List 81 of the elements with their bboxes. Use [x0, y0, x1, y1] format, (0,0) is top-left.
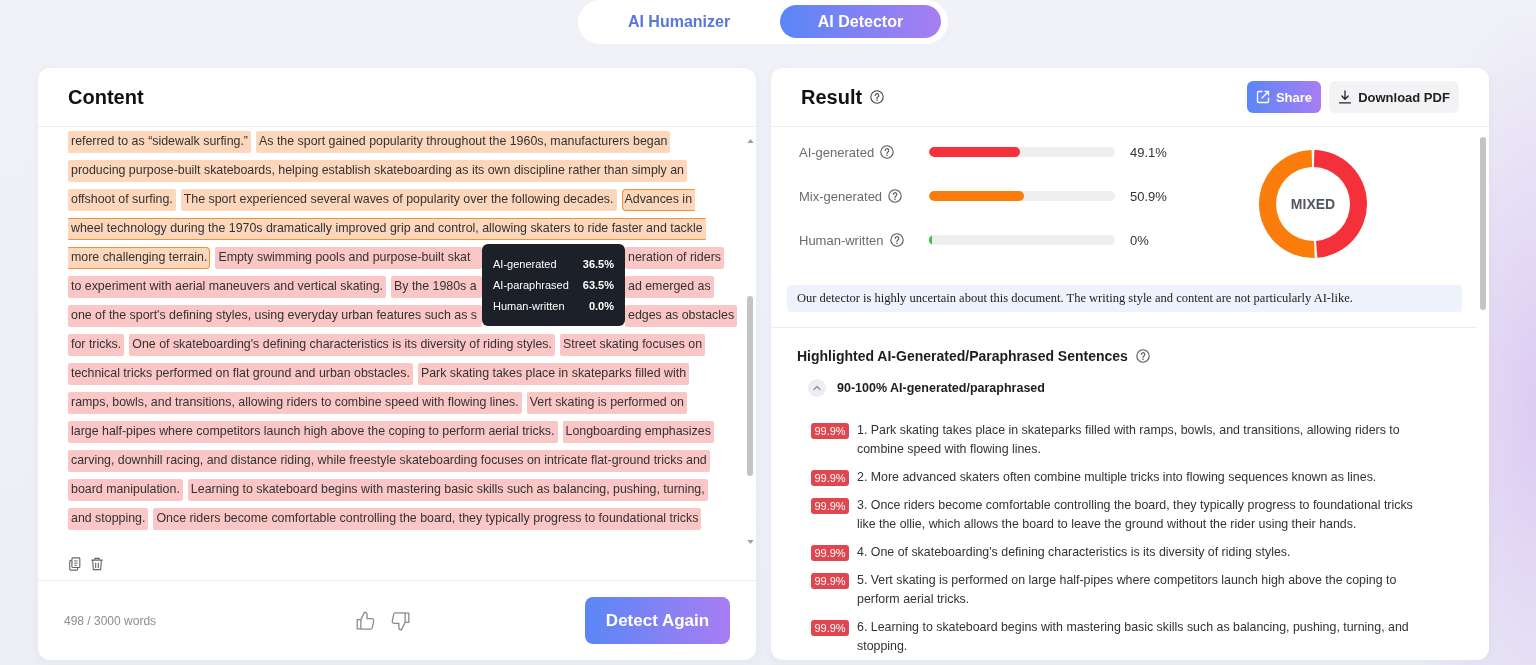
highlighted-sentence: Learning to skateboard begins with mastering basic skills such as balancing, pushing, turning,	[187, 478, 708, 501]
highlighted-sentence: neration of riders	[625, 246, 724, 269]
help-icon[interactable]	[880, 145, 895, 159]
chevron-icon[interactable]	[808, 379, 826, 397]
highlighted-sentence: ramps, bowls, and transitions, allowing riders to combine speed with flowing lines.	[68, 391, 522, 414]
scroll-down-icon[interactable]	[746, 540, 754, 544]
sentence-text: 5. Vert skating is performed on large half-pipes where competitors launch high above the coping to perform aerial tricks.	[857, 572, 1398, 608]
word-count: 498 / 3000 words	[64, 613, 157, 628]
section-title: Highlighted AI-Generated/Paraphrased Sentences	[797, 348, 1128, 364]
sentence-text: 4. One of skateboarding's defining characteristics is its diversity of riding styles.	[857, 544, 1292, 561]
highlighted-sentence: As the sport gained popularity throughout the 1960s, manufacturers began	[256, 130, 671, 153]
highlighted-sentence: wheel technology during the 1970s dramatically improved grip and control, allowing skaters to ride faster and tackle	[68, 217, 706, 240]
download-pdf-button[interactable]: Download PDF	[1329, 81, 1459, 113]
tooltip-label: AI-paraphrased	[493, 278, 569, 291]
highlighted-sentence: to experiment with aerial maneuvers and vertical skating.	[68, 275, 386, 298]
mode-tab[interactable]: AI Detector	[780, 5, 941, 38]
help-icon[interactable]	[888, 189, 903, 203]
highlighted-sentence: ad emerged as	[625, 275, 714, 298]
scrollbar-thumb[interactable]	[1480, 137, 1486, 310]
content-title: Content	[68, 85, 144, 109]
thumbs-up-icon[interactable]	[354, 609, 376, 632]
tooltip-label: Human-written	[493, 299, 565, 312]
highlighted-sentence: referred to as “sidewalk surfing.”	[68, 130, 251, 153]
donut-label: MIXED	[1290, 196, 1336, 212]
tooltip-label: AI-generated	[493, 257, 557, 270]
highlighted-sentence: edges as obstacles	[625, 304, 738, 327]
tooltip-value: 0.0%	[588, 299, 614, 312]
highlighted-sentence: Street skating focuses on	[559, 333, 706, 356]
sentence-text: 6. Learning to skateboard begins with mastering basic skills such as balancing, pushing, turning, and stopping.	[857, 619, 1410, 655]
share-button[interactable]: Share	[1247, 81, 1321, 113]
highlighted-sentence: for tricks.	[68, 333, 125, 356]
highlighted-sentence: Vert skating is performed on	[526, 391, 687, 414]
sentence-text: 1. Park skating takes place in skateparks filled with ramps, bowls, and transitions, allowing riders to combine speed with flowing lines.	[857, 422, 1401, 458]
highlighted-sentence: By the 1980s a	[391, 275, 482, 298]
sentence-text: 2. More advanced skaters often combine multiple tricks into flowing sequences known as lines.	[857, 469, 1378, 486]
mode-tab[interactable]: AI Humanizer	[583, 5, 775, 38]
stat-label: Human-written	[799, 232, 884, 248]
stat-value: 50.9%	[1130, 188, 1168, 204]
highlighted-sentence: offshoot of surfing.	[68, 188, 176, 211]
result-title: Result	[801, 85, 863, 109]
help-icon[interactable]	[889, 233, 904, 247]
tooltip-value: 36.5%	[582, 257, 614, 270]
stat-label: AI-generated	[799, 144, 875, 160]
highlighted-sentence: large half-pipes where competitors launch high above the coping to perform aerial tricks.	[68, 420, 558, 443]
share-icon	[1255, 90, 1270, 104]
highlighted-sentence: one of the sport's defining styles, using everyday urban features such as s	[68, 304, 482, 327]
stat-value: 49.1%	[1130, 144, 1168, 160]
score-badge: 99.9%	[811, 573, 849, 589]
highlighted-sentence: producing purpose-built skateboards, helping establish skateboarding as its own discipline rather than simply an	[68, 159, 687, 182]
highlighted-sentence: Longboarding emphasizes	[562, 420, 714, 443]
highlighted-sentence: One of skateboarding's defining characteristics is its diversity of riding styles.	[129, 333, 555, 356]
stat-value: 0%	[1130, 232, 1150, 248]
thumbs-down-icon[interactable]	[390, 609, 412, 632]
score-badge: 99.9%	[811, 498, 849, 514]
scroll-up-icon[interactable]	[746, 139, 754, 143]
highlighted-sentence: Park skating takes place in skateparks filled with	[417, 362, 690, 385]
scrollbar-thumb[interactable]	[747, 296, 753, 476]
highlighted-sentence: Once riders become comfortable controlling the board, they typically progress to foundational tricks	[153, 507, 702, 530]
help-icon[interactable]	[1135, 349, 1150, 363]
highlighted-sentence: technical tricks performed on flat ground and urban obstacles.	[68, 362, 413, 385]
stat-label: Mix-generated	[799, 188, 883, 204]
score-badge: 99.9%	[811, 470, 849, 486]
score-badge: 99.9%	[811, 423, 849, 439]
help-icon[interactable]	[870, 90, 885, 104]
score-badge: 99.9%	[811, 620, 849, 636]
highlighted-sentence: and stopping.	[68, 507, 149, 530]
highlighted-sentence: more challenging terrain.	[68, 246, 211, 269]
highlighted-sentence: carving, downhill racing, and distance riding, while freestyle skateboarding focuses on intricate flat-ground tricks and	[68, 449, 710, 472]
highlighted-sentence: The sport experienced several waves of popularity over the following decades.	[180, 188, 617, 211]
score-badge: 99.9%	[811, 545, 849, 561]
info-banner: Our detector is highly uncertain about this document. The writing style and content are not particularly AI-like.	[787, 285, 1462, 312]
group-title: 90-100% AI-generated/paraphrased	[837, 381, 1045, 395]
trash-icon[interactable]	[90, 557, 104, 571]
sentence-text: 3. Once riders become comfortable controlling the board, they typically progress to foundational tricks like the ollie, which allows the board to leave the ground without the rider using their hands.	[857, 497, 1414, 533]
copy-icon[interactable]	[68, 557, 82, 571]
download-icon	[1338, 90, 1353, 104]
highlighted-sentence: Empty swimming pools and purpose-built skat	[215, 246, 482, 269]
tooltip-value: 63.5%	[582, 278, 614, 291]
highlighted-sentence: board manipulation.	[68, 478, 183, 501]
highlighted-sentence: Advances in	[621, 188, 696, 211]
detect-again-button[interactable]: Detect Again	[585, 597, 730, 644]
